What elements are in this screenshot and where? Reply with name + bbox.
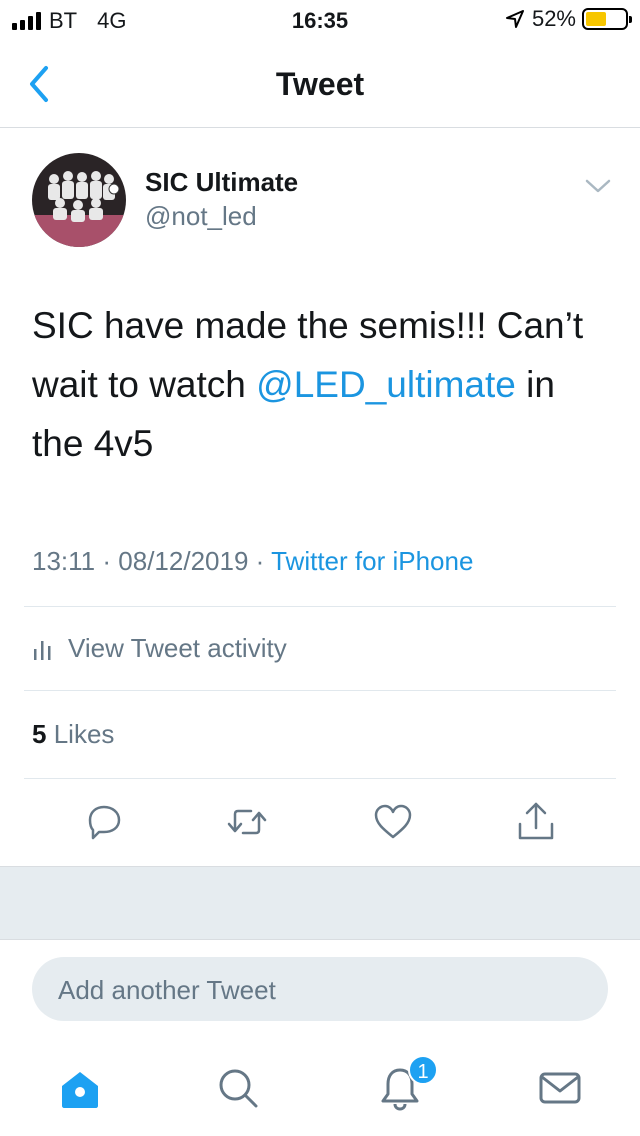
tab-home[interactable] xyxy=(56,1064,104,1112)
chevron-down-icon xyxy=(585,179,611,193)
home-icon xyxy=(62,1072,98,1108)
mail-icon xyxy=(539,1072,581,1104)
view-tweet-activity-link[interactable]: View Tweet activity xyxy=(32,633,287,664)
share-button[interactable] xyxy=(514,800,558,844)
tweet-time: 13:11 xyxy=(32,546,96,576)
likes-count[interactable]: 5 Likes xyxy=(32,719,114,750)
location-icon xyxy=(505,10,524,28)
mention-link[interactable]: @LED_ultimate xyxy=(256,364,516,405)
tweet-date: 08/12/2019 xyxy=(118,546,249,576)
author-handle[interactable]: @not_led xyxy=(145,201,257,232)
nav-bar: Tweet xyxy=(0,40,640,128)
tweet-actions xyxy=(0,800,640,846)
tab-bar xyxy=(0,1040,640,1136)
reply-icon xyxy=(88,805,121,840)
battery-icon xyxy=(582,8,632,30)
reply-button[interactable] xyxy=(82,800,126,844)
section-spacer xyxy=(0,866,640,940)
activity-label: View Tweet activity xyxy=(68,633,287,663)
compose-placeholder: Add another Tweet xyxy=(58,975,276,1005)
tweet-meta: 13:11 · 08/12/2019 · Twitter for iPhone xyxy=(32,546,473,577)
bar-chart-icon xyxy=(34,640,51,660)
share-icon xyxy=(518,802,554,840)
tweet-text: SIC have made the semis!!! Can’t wait to… xyxy=(32,296,612,473)
retweet-icon xyxy=(227,809,267,835)
heart-icon xyxy=(374,804,412,839)
retweet-button[interactable] xyxy=(225,800,269,844)
divider xyxy=(24,606,616,607)
divider xyxy=(24,778,616,779)
divider xyxy=(24,690,616,691)
notification-badge: 1 xyxy=(408,1055,438,1085)
tab-search[interactable] xyxy=(214,1064,262,1112)
likes-label: Likes xyxy=(53,719,115,749)
likes-number: 5 xyxy=(32,719,47,749)
search-icon xyxy=(219,1069,258,1108)
like-button[interactable] xyxy=(371,800,415,844)
tab-messages[interactable] xyxy=(536,1064,584,1112)
tweet-source-link[interactable]: Twitter for iPhone xyxy=(271,546,473,576)
meta-separator: · xyxy=(255,546,265,576)
meta-separator: · xyxy=(102,546,112,576)
status-bar: BT 4G 16:35 52% xyxy=(0,0,640,40)
author-name[interactable]: SIC Ultimate xyxy=(145,167,298,198)
battery-percentage: 52% xyxy=(531,6,576,31)
avatar[interactable] xyxy=(32,153,126,247)
add-tweet-input[interactable]: Add another Tweet xyxy=(32,957,608,1021)
team-photo-image xyxy=(32,153,126,247)
tweet-options-button[interactable] xyxy=(584,176,612,196)
page-title: Tweet xyxy=(275,66,365,102)
